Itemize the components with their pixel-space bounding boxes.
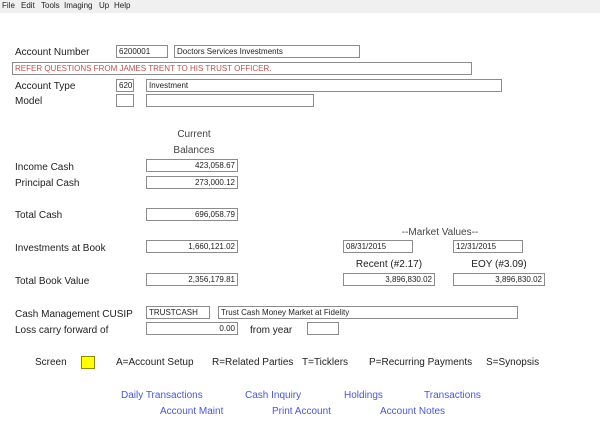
screen-input[interactable] — [81, 356, 95, 369]
menu-tools[interactable]: Tools — [41, 0, 60, 12]
total-book-value-label: Total Book Value — [15, 276, 90, 287]
principal-cash-field[interactable]: 273,000.12 — [146, 176, 238, 189]
account-number-label: Account Number — [15, 47, 90, 58]
link-transactions[interactable]: Transactions — [424, 390, 481, 402]
from-year-field[interactable] — [307, 322, 339, 335]
cash-management-cusip-label: Cash Management CUSIP — [15, 309, 133, 320]
model-label: Model — [15, 96, 43, 107]
screen-option-recurring-payments: P=Recurring Payments — [369, 357, 473, 368]
income-cash-field[interactable]: 423,058.67 — [146, 159, 238, 172]
model-name-field[interactable] — [146, 94, 314, 107]
market-eoy-label: EOY (#3.09) — [471, 259, 527, 270]
screen-label: Screen — [35, 357, 67, 368]
menu-bar: File Edit Tools Imaging Up Help — [0, 0, 600, 13]
menu-file[interactable]: File — [2, 0, 15, 12]
total-cash-label: Total Cash — [15, 210, 63, 221]
link-holdings[interactable]: Holdings — [344, 390, 383, 402]
investments-at-book-label: Investments at Book — [15, 243, 106, 254]
from-year-label: from year — [250, 325, 293, 336]
link-cash-inquiry[interactable]: Cash Inquiry — [245, 390, 301, 402]
screen-option-account-setup: A=Account Setup — [116, 357, 194, 368]
link-print-account[interactable]: Print Account — [272, 406, 331, 418]
balances-header-line2: Balances — [173, 145, 215, 156]
link-account-notes[interactable]: Account Notes — [380, 406, 445, 418]
menu-imaging[interactable]: Imaging — [64, 0, 92, 12]
account-name-field[interactable]: Doctors Services Investments — [174, 45, 360, 58]
cash-management-cusip-field[interactable]: TRUSTCASH — [146, 306, 210, 319]
menu-up[interactable]: Up — [99, 0, 109, 12]
total-book-value-field[interactable]: 2,356,179.81 — [146, 273, 238, 286]
account-note-field[interactable]: REFER QUESTIONS FROM JAMES TRENT TO HIS … — [12, 62, 472, 75]
balances-header-line1: Current — [177, 129, 211, 140]
market-eoy-value-field[interactable]: 3,896,830.02 — [453, 273, 545, 286]
market-date-recent-field[interactable]: 08/31/2015 — [343, 240, 413, 253]
investments-at-book-field[interactable]: 1,660,121.02 — [146, 240, 238, 253]
link-daily-transactions[interactable]: Daily Transactions — [121, 390, 203, 402]
screen-option-ticklers: T=Ticklers — [302, 357, 349, 368]
loss-carry-forward-label: Loss carry forward of — [15, 325, 109, 336]
account-type-name-field[interactable]: Investment — [146, 79, 502, 92]
link-account-maint[interactable]: Account Maint — [160, 406, 223, 418]
screen-option-synopsis: S=Synopsis — [486, 357, 540, 368]
market-recent-label: Recent (#2.17) — [355, 259, 423, 270]
income-cash-label: Income Cash — [15, 162, 74, 173]
account-type-code-field[interactable]: 620 — [116, 79, 134, 92]
market-date-eoy-field[interactable]: 12/31/2015 — [453, 240, 523, 253]
account-type-label: Account Type — [15, 81, 76, 92]
menu-edit[interactable]: Edit — [21, 0, 35, 12]
model-code-field[interactable] — [116, 94, 134, 107]
cash-management-description-field[interactable]: Trust Cash Money Market at Fidelity — [218, 306, 518, 319]
screen-option-related-parties: R=Related Parties — [212, 357, 294, 368]
principal-cash-label: Principal Cash — [15, 178, 80, 189]
market-values-header: --Market Values-- — [401, 227, 479, 238]
loss-carry-forward-field[interactable]: 0.00 — [146, 322, 238, 335]
menu-help[interactable]: Help — [114, 0, 130, 12]
market-recent-value-field[interactable]: 3,896,830.02 — [343, 273, 435, 286]
total-cash-field[interactable]: 696,058.79 — [146, 208, 238, 221]
account-number-field[interactable]: 6200001 — [116, 45, 168, 58]
